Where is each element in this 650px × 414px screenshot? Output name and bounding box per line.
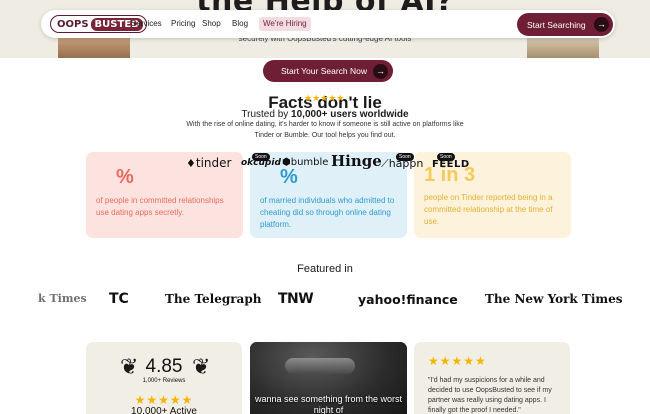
stat-value: % bbox=[280, 166, 298, 188]
okcupid-logo: okcupid bbox=[241, 158, 281, 168]
stat-description: of people in committed relationships use… bbox=[96, 196, 224, 217]
press-logo-techcrunch: TC bbox=[109, 291, 129, 307]
rearview-mirror-image bbox=[285, 358, 355, 374]
bumble-logo: ⬢bumble bbox=[282, 157, 328, 168]
rating-score: 4.85 bbox=[145, 356, 183, 377]
review-count: 1,000+ Reviews bbox=[142, 378, 186, 384]
start-searching-label: Start Searching bbox=[527, 19, 586, 30]
start-your-search-label: Start Your Search Now bbox=[281, 66, 367, 76]
press-logo-yahoo-finance: yahoo!finance bbox=[358, 292, 458, 307]
feeld-logo: FEELD bbox=[432, 159, 470, 170]
arrow-right-icon: → bbox=[373, 63, 388, 79]
nav-link-services[interactable]: Services bbox=[131, 19, 162, 28]
review-text: "I'd had my suspicions for a while and d… bbox=[428, 377, 552, 414]
logo-text-oops: OOPS bbox=[57, 18, 89, 30]
rating-stars: ★★★★★ bbox=[134, 393, 194, 407]
press-logo-times-partial: k Times bbox=[38, 292, 87, 305]
press-logo-telegraph: The Telegraph bbox=[165, 292, 262, 306]
stat-value: % bbox=[116, 166, 134, 188]
review-stars: ★★★★★ bbox=[428, 354, 487, 368]
nav-link-shop[interactable]: Shop bbox=[202, 19, 221, 28]
arrow-right-icon: → bbox=[594, 17, 609, 32]
happn-text: happn bbox=[388, 157, 424, 170]
tinder-text: tinder bbox=[195, 156, 232, 170]
tinder-logo: ♦tinder bbox=[186, 156, 231, 170]
review-card: ★★★★★ "I'd had my suspicions for a while… bbox=[414, 342, 570, 414]
trust-stars: ★★★★★ bbox=[304, 93, 345, 103]
start-your-search-button[interactable]: Start Your Search Now → bbox=[263, 60, 393, 82]
happn-mark-icon: ⟋ bbox=[381, 157, 389, 170]
happn-logo: ⟋happn bbox=[381, 157, 423, 171]
nav-link-blog[interactable]: Blog bbox=[232, 19, 248, 28]
flame-icon: ♦ bbox=[186, 157, 196, 170]
press-logo-nytimes: The New York Times bbox=[485, 292, 623, 306]
start-searching-button[interactable]: Start Searching → bbox=[517, 13, 613, 36]
bumble-text: bumble bbox=[290, 157, 329, 168]
facts-description: With the rise of online dating, it's har… bbox=[186, 121, 464, 139]
stat-description: of married individuals who admitted to c… bbox=[260, 196, 395, 229]
we-are-hiring-badge[interactable]: We're Hiring bbox=[259, 17, 311, 31]
hinge-logo: Hinge bbox=[331, 152, 382, 170]
bumble-hex-icon: ⬢ bbox=[282, 157, 291, 168]
rating-card: ❦ ❦ 4.85 1,000+ Reviews ★★★★★ 10,000+ Ac… bbox=[86, 342, 242, 414]
active-users-count: 10,000+ Active bbox=[131, 406, 197, 414]
stat-description: people on Tinder reported being in a com… bbox=[424, 193, 553, 226]
video-caption: wanna see something from the worst night… bbox=[254, 394, 403, 414]
nav-link-pricing[interactable]: Pricing bbox=[171, 19, 195, 28]
testimonial-video[interactable]: wanna see something from the worst night… bbox=[250, 342, 407, 414]
featured-in-heading: Featured in bbox=[297, 263, 353, 275]
press-logo-tnw: TNW bbox=[278, 291, 314, 307]
